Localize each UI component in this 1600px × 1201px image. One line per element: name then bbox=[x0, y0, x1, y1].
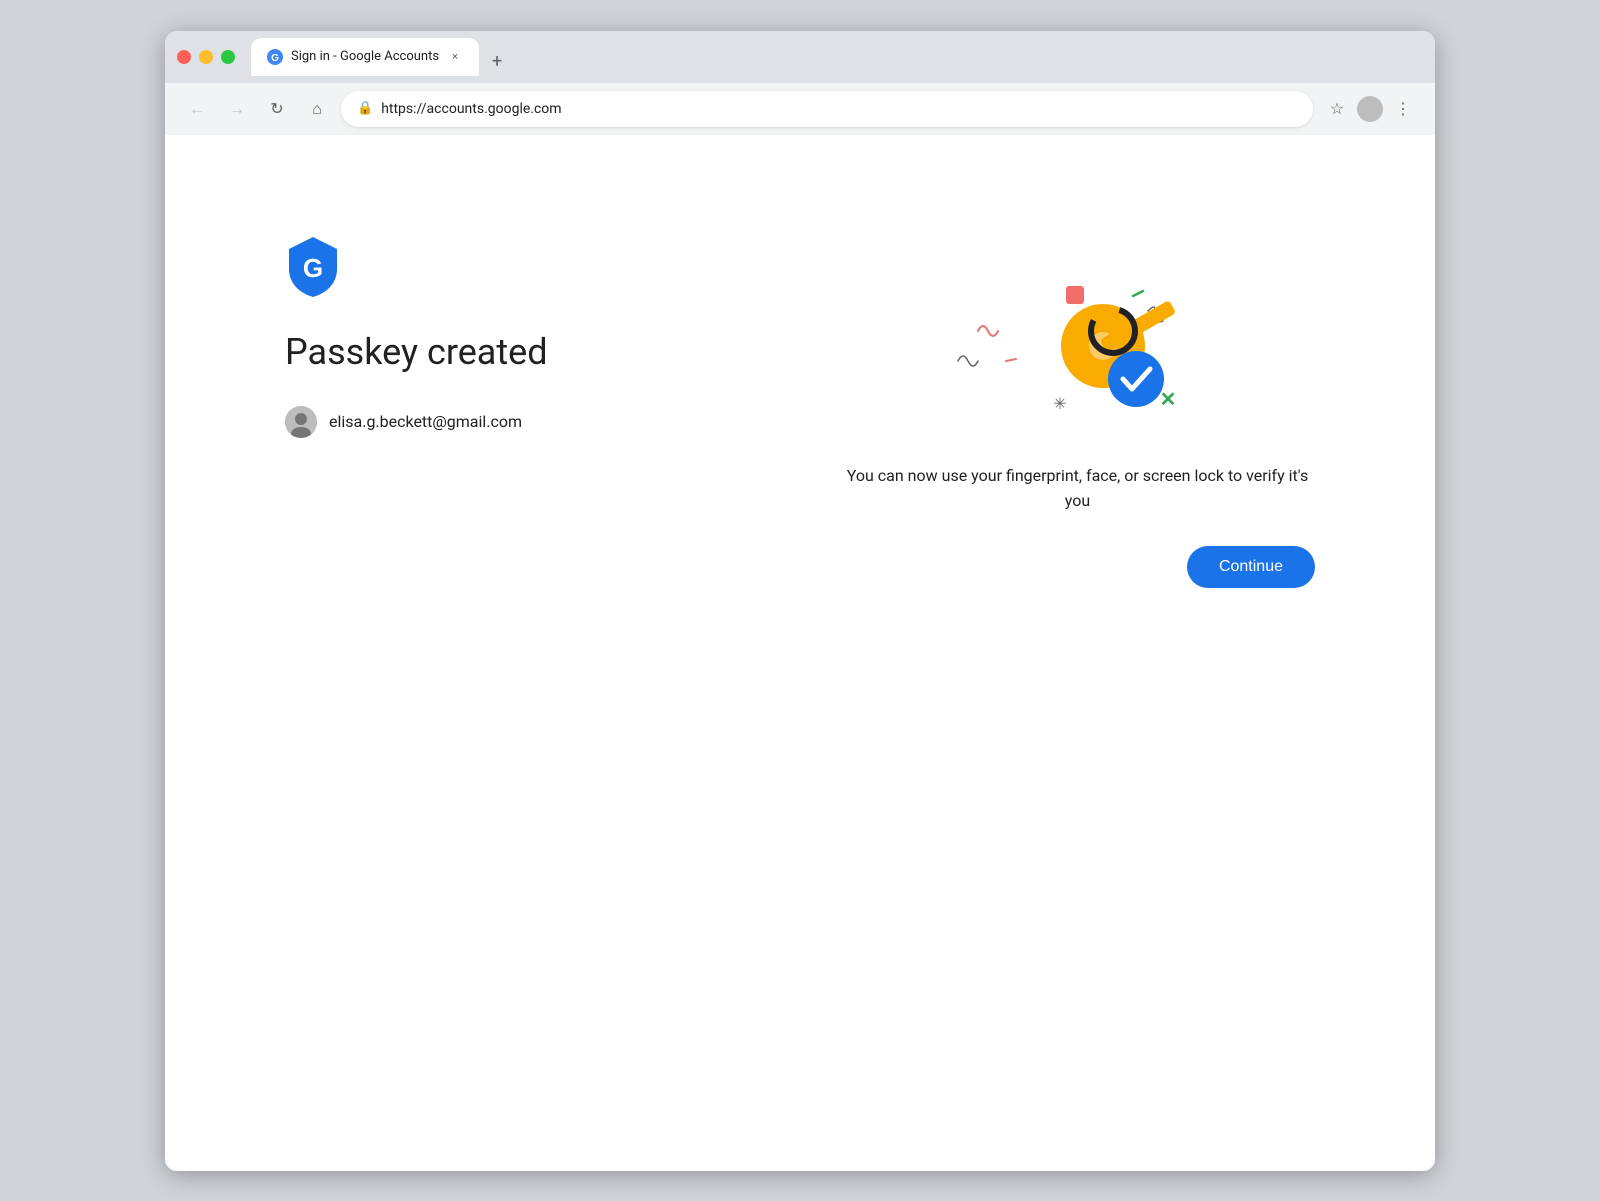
profile-circle[interactable] bbox=[1357, 96, 1383, 122]
left-panel: G Passkey created elisa.g.beckett@gmail.… bbox=[285, 215, 760, 1091]
right-panel: ✳ ✕ bbox=[840, 215, 1315, 1091]
description-text: You can now use your fingerprint, face, … bbox=[840, 463, 1315, 514]
forward-button[interactable]: → bbox=[221, 93, 253, 125]
nav-bar: ← → ↻ ⌂ 🔒 https://accounts.google.com ☆ … bbox=[165, 83, 1435, 135]
new-tab-button[interactable]: + bbox=[483, 48, 511, 76]
menu-button[interactable]: ⋮ bbox=[1387, 93, 1419, 125]
page-content: G Passkey created elisa.g.beckett@gmail.… bbox=[165, 135, 1435, 1171]
tab-bar: G Sign in - Google Accounts × + bbox=[251, 38, 1423, 76]
url-text: https://accounts.google.com bbox=[381, 101, 1297, 117]
maximize-window-button[interactable] bbox=[221, 50, 235, 64]
browser-window: G Sign in - Google Accounts × + ← → ↻ ⌂ … bbox=[165, 31, 1435, 1171]
back-button[interactable]: ← bbox=[181, 93, 213, 125]
home-button[interactable]: ⌂ bbox=[301, 93, 333, 125]
bookmark-button[interactable]: ☆ bbox=[1321, 93, 1353, 125]
svg-text:G: G bbox=[303, 253, 323, 283]
content-wrapper: G Passkey created elisa.g.beckett@gmail.… bbox=[165, 135, 1435, 1171]
traffic-lights bbox=[177, 50, 235, 64]
nav-right-controls: ☆ ⋮ bbox=[1321, 93, 1419, 125]
browser-tab[interactable]: G Sign in - Google Accounts × bbox=[251, 38, 479, 76]
google-shield-logo: G bbox=[285, 235, 341, 299]
tab-favicon: G bbox=[267, 49, 283, 65]
close-window-button[interactable] bbox=[177, 50, 191, 64]
address-bar[interactable]: 🔒 https://accounts.google.com bbox=[341, 91, 1313, 127]
page-heading: Passkey created bbox=[285, 331, 760, 374]
user-email: elisa.g.beckett@gmail.com bbox=[329, 412, 522, 431]
svg-text:✳: ✳ bbox=[1053, 394, 1066, 413]
user-avatar bbox=[285, 406, 317, 438]
user-info: elisa.g.beckett@gmail.com bbox=[285, 406, 760, 438]
svg-text:G: G bbox=[271, 53, 279, 64]
reload-button[interactable]: ↻ bbox=[261, 93, 293, 125]
lock-icon: 🔒 bbox=[357, 101, 373, 116]
passkey-illustration: ✳ ✕ bbox=[918, 231, 1238, 431]
minimize-window-button[interactable] bbox=[199, 50, 213, 64]
continue-button[interactable]: Continue bbox=[1187, 546, 1315, 588]
tab-title: Sign in - Google Accounts bbox=[291, 49, 439, 64]
svg-text:✕: ✕ bbox=[1159, 387, 1176, 411]
tab-close-button[interactable]: × bbox=[447, 49, 463, 65]
title-bar: G Sign in - Google Accounts × + bbox=[165, 31, 1435, 83]
